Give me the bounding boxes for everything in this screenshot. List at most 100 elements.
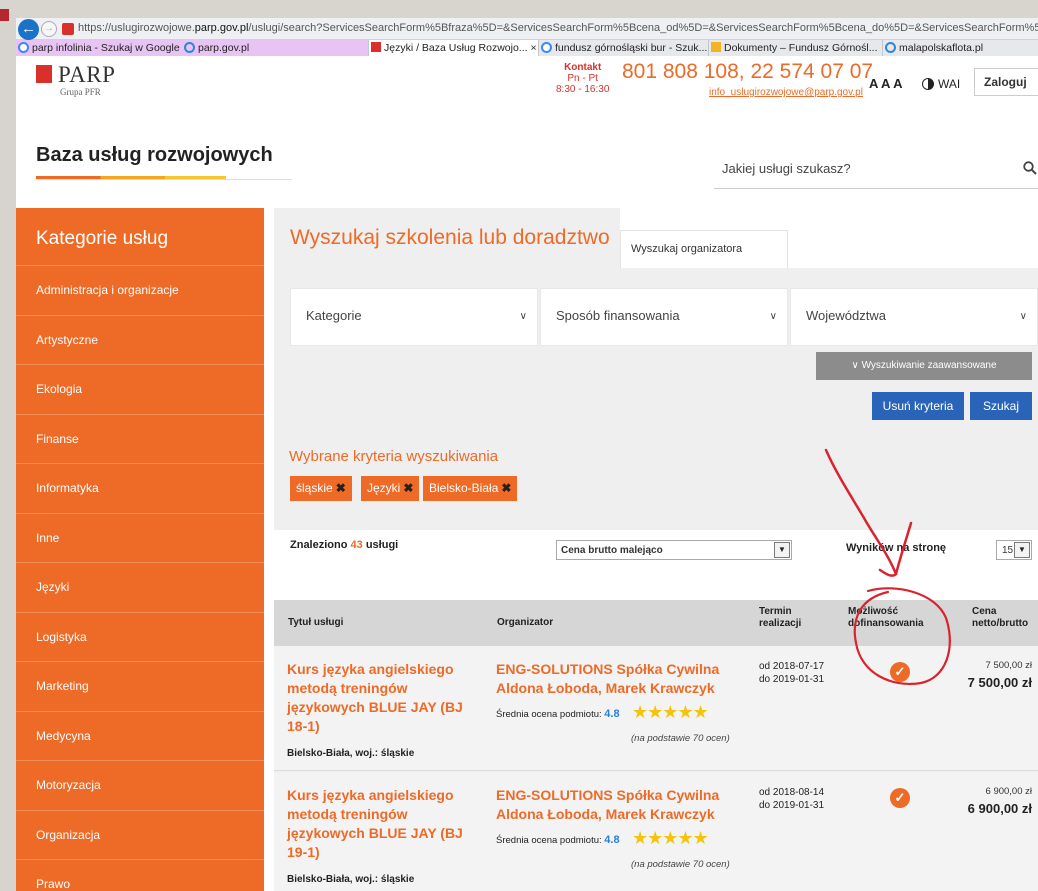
tab-search-services[interactable]: Wyszukaj szkolenia lub doradztwo bbox=[274, 208, 620, 268]
site-logo[interactable]: PARP bbox=[58, 62, 115, 88]
sidebar-item-marketing[interactable]: Marketing bbox=[16, 662, 264, 712]
phone-numbers: 801 808 108, 22 574 07 07 bbox=[622, 60, 874, 83]
sidebar-item-motoryzacja[interactable]: Motoryzacja bbox=[16, 761, 264, 811]
rating-count: (na podstawie 70 ocen) bbox=[631, 733, 730, 744]
table-row: Kurs języka angielskiego metodą treningó… bbox=[274, 772, 1038, 891]
service-location: Bielsko-Biała, woj.: śląskie bbox=[287, 874, 415, 885]
sidebar-item-jezyki[interactable]: Języki bbox=[16, 563, 264, 613]
sidebar-item-ekologia[interactable]: Ekologia bbox=[16, 365, 264, 415]
column-price: Cena netto/brutto bbox=[972, 606, 1029, 629]
window-frame bbox=[0, 0, 16, 891]
title-divider bbox=[36, 179, 292, 180]
service-title-link[interactable]: Kurs języka angielskiego metodą treningó… bbox=[287, 786, 469, 862]
sidebar-title: Kategorie usług bbox=[16, 208, 264, 266]
tab-malapolskaflota[interactable]: malapolskaflota.pl bbox=[882, 40, 1038, 56]
email-link[interactable]: info_uslugirozwojowe@parp.gov.pl bbox=[709, 87, 863, 98]
remove-icon[interactable]: ✖ bbox=[501, 481, 511, 495]
per-page-label: Wyników na stronę bbox=[846, 542, 947, 554]
criteria-chip-jezyki[interactable]: Języki ✖ bbox=[361, 476, 420, 501]
date-range: od 2018-08-14 do 2019-01-31 bbox=[759, 787, 825, 811]
address-bar: ← → https://uslugirozwojowe.parp.gov.pl/… bbox=[16, 18, 1038, 40]
font-size-controls[interactable]: A A A bbox=[869, 76, 902, 91]
per-page-select[interactable]: 15 ▼ bbox=[996, 540, 1032, 560]
sidebar-item-administracja[interactable]: Administracja i organizacje bbox=[16, 266, 264, 316]
sidebar-item-logistyka[interactable]: Logistyka bbox=[16, 613, 264, 662]
table-row: Kurs języka angielskiego metodą treningó… bbox=[274, 646, 1038, 771]
tab-google-fundusz[interactable]: fundusz górnośląski bur - Szuk... bbox=[538, 40, 708, 56]
bookmark-parp[interactable]: parp.gov.pl bbox=[182, 40, 368, 56]
sort-select[interactable]: Cena brutto malejąco ▼ bbox=[556, 540, 792, 560]
price-net: 7 500,00 zł bbox=[985, 660, 1032, 671]
remove-icon[interactable]: ✖ bbox=[403, 481, 413, 495]
price-gross: 7 500,00 zł bbox=[967, 675, 1032, 690]
sidebar-item-informatyka[interactable]: Informatyka bbox=[16, 464, 264, 514]
category-sidebar: Kategorie usług Administracja i organiza… bbox=[16, 208, 264, 891]
criteria-chip-slaskie[interactable]: śląskie ✖ bbox=[290, 476, 352, 501]
page-title: Baza usług rozwojowych bbox=[36, 144, 273, 166]
ie-icon bbox=[885, 42, 896, 53]
google-icon bbox=[18, 42, 29, 53]
parp-logo-icon bbox=[36, 65, 52, 83]
column-cofinancing: Możliwość dofinansowania bbox=[848, 606, 924, 629]
search-panel: Kategorie ∨ Sposób finansowania ∨ Wojewódz… bbox=[274, 268, 1038, 891]
sidebar-item-finanse[interactable]: Finanse bbox=[16, 415, 264, 464]
forward-button[interactable]: → bbox=[41, 21, 57, 37]
sidebar-item-inne[interactable]: Inne bbox=[16, 514, 264, 563]
contrast-icon[interactable] bbox=[922, 78, 934, 90]
star-rating-icon: ★★★★★ bbox=[632, 828, 709, 848]
ie-icon bbox=[184, 42, 195, 53]
sidebar-item-artystyczne[interactable]: Artystyczne bbox=[16, 316, 264, 365]
browser-window: ← → https://uslugirozwojowe.parp.gov.pl/… bbox=[16, 18, 1038, 891]
wai-link[interactable]: WAI bbox=[938, 77, 960, 91]
rating-count: (na podstawie 70 ocen) bbox=[631, 859, 730, 870]
chevron-down-icon: ∨ bbox=[519, 311, 527, 322]
window-frame-top bbox=[0, 0, 1038, 18]
criteria-chip-bielsko[interactable]: Bielsko-Biała ✖ bbox=[423, 476, 518, 501]
chevron-down-icon: ∨ bbox=[1019, 311, 1027, 322]
contact-hours: Kontakt Pn - Pt 8:30 - 16:30 bbox=[556, 62, 610, 95]
sidebar-item-medycyna[interactable]: Medycyna bbox=[16, 712, 264, 761]
tab-strip: parp infolinia - Szukaj w Google parp.go… bbox=[16, 40, 1038, 56]
dropdown-arrow-icon: ▼ bbox=[774, 542, 790, 558]
advanced-search-toggle[interactable]: ∨ Wyszukiwanie zaawansowane bbox=[816, 352, 1032, 380]
rating-label: Średnia ocena podmiotu: 4.8 bbox=[496, 708, 620, 720]
selected-criteria-title: Wybrane kryteria wyszukiwania bbox=[289, 448, 499, 465]
financing-select[interactable]: Sposób finansowania ∨ bbox=[540, 288, 788, 346]
category-select[interactable]: Kategorie ∨ bbox=[290, 288, 538, 346]
search-button[interactable]: Szukaj bbox=[970, 392, 1032, 420]
clear-criteria-button[interactable]: Usuń kryteria bbox=[872, 392, 964, 420]
login-button[interactable]: Zaloguj bbox=[974, 68, 1038, 96]
rating-label: Średnia ocena podmiotu: 4.8 bbox=[496, 834, 620, 846]
document-icon bbox=[711, 42, 721, 52]
chevron-down-icon: ∨ bbox=[769, 311, 777, 322]
search-icon[interactable] bbox=[1023, 161, 1037, 175]
sidebar-item-organizacja[interactable]: Organizacja bbox=[16, 811, 264, 860]
tab-search-organizer[interactable]: Wyszukaj organizatora bbox=[620, 230, 788, 268]
sidebar-item-prawo[interactable]: Prawo bbox=[16, 860, 264, 891]
service-location: Bielsko-Biała, woj.: śląskie bbox=[287, 748, 415, 759]
google-icon bbox=[541, 42, 552, 53]
remove-icon[interactable]: ✖ bbox=[336, 481, 346, 495]
window-corner-marker bbox=[0, 9, 9, 21]
dropdown-arrow-icon: ▼ bbox=[1014, 542, 1030, 558]
results-toolbar: Znaleziono 43 usługi Cena brutto malejąc… bbox=[274, 530, 1038, 600]
column-organizer: Organizator bbox=[497, 617, 554, 628]
checkmark-icon: ✓ bbox=[890, 662, 910, 682]
results-count: Znaleziono 43 usługi bbox=[290, 539, 399, 551]
organizer-link[interactable]: ENG-SOLUTIONS Spółka Cywilna Aldona Łobo… bbox=[496, 786, 736, 824]
site-search bbox=[714, 153, 1038, 189]
organizer-link[interactable]: ENG-SOLUTIONS Spółka Cywilna Aldona Łobo… bbox=[496, 660, 736, 698]
back-button[interactable]: ← bbox=[18, 19, 39, 40]
checkmark-icon: ✓ bbox=[890, 788, 910, 808]
logo-subtitle: Grupa PFR bbox=[60, 87, 101, 97]
tab-jezyki[interactable]: Języki / Baza Usług Rozwojo... × bbox=[368, 40, 538, 56]
search-main: Wyszukaj szkolenia lub doradztwo Wyszuka… bbox=[274, 208, 1038, 891]
url-field[interactable]: https://uslugirozwojowe.parp.gov.pl/uslu… bbox=[78, 22, 1038, 34]
service-title-link[interactable]: Kurs języka angielskiego metodą treningó… bbox=[287, 660, 469, 736]
site-favicon bbox=[62, 23, 74, 35]
voivodeship-select[interactable]: Województwa ∨ bbox=[790, 288, 1038, 346]
bookmark-google-search[interactable]: parp infolinia - Szukaj w Google bbox=[16, 40, 182, 56]
tab-dokumenty[interactable]: Dokumenty – Fundusz Górnośl... bbox=[708, 40, 882, 56]
search-input[interactable] bbox=[722, 161, 1002, 176]
price-net: 6 900,00 zł bbox=[985, 786, 1032, 797]
